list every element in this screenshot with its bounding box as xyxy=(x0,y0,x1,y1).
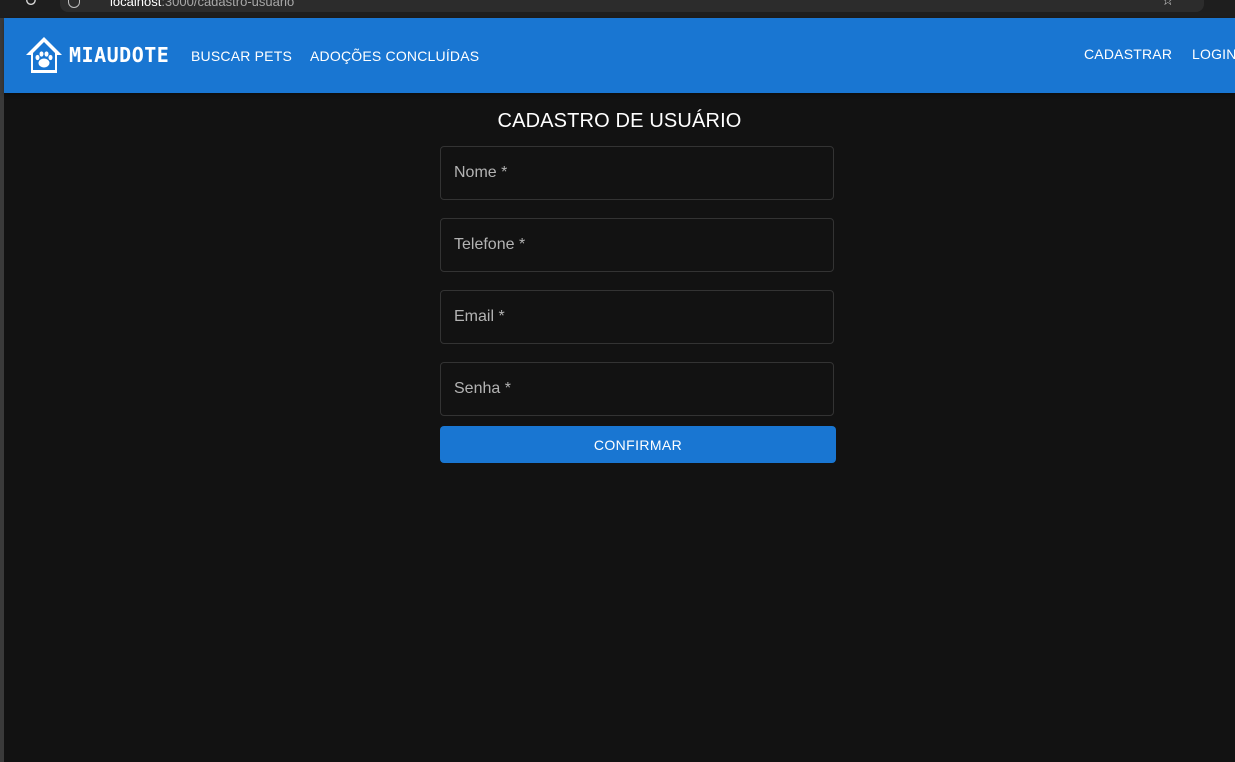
app-root: MIAUDOTE BUSCAR PETS ADOÇÕES CONCLUÍDAS … xyxy=(4,18,1235,762)
star-icon[interactable]: ☆ xyxy=(1161,0,1174,9)
phone-field-label: Telefone * xyxy=(454,236,526,253)
name-field[interactable]: Nome * xyxy=(440,146,834,200)
url-text: localhost:3000/cadastro-usuario xyxy=(110,0,295,9)
password-field-label: Senha * xyxy=(454,380,511,397)
phone-field[interactable]: Telefone * xyxy=(440,218,834,272)
browser-toolbar: ↻ localhost:3000/cadastro-usuario ☆ xyxy=(0,0,1235,18)
house-paw-icon xyxy=(26,37,62,73)
nav-adocoes-concluidas[interactable]: ADOÇÕES CONCLUÍDAS xyxy=(310,48,479,64)
nav-buscar-pets[interactable]: BUSCAR PETS xyxy=(191,48,292,64)
app-bar: MIAUDOTE BUSCAR PETS ADOÇÕES CONCLUÍDAS … xyxy=(4,18,1235,93)
logo-link[interactable]: MIAUDOTE xyxy=(24,35,169,75)
email-field[interactable]: Email * xyxy=(440,290,834,344)
shield-icon xyxy=(68,0,80,8)
page-title: CADASTRO DE USUÁRIO xyxy=(497,110,742,132)
nav-cadastrar[interactable]: CADASTRAR xyxy=(1084,46,1172,62)
confirm-button[interactable]: CONFIRMAR xyxy=(440,426,836,463)
reload-icon[interactable]: ↻ xyxy=(24,0,37,11)
nav-login[interactable]: LOGIN xyxy=(1192,46,1235,62)
brand-name: MIAUDOTE xyxy=(69,43,170,67)
address-bar[interactable]: localhost:3000/cadastro-usuario ☆ xyxy=(60,0,1204,12)
password-field[interactable]: Senha * xyxy=(440,362,834,416)
name-field-label: Nome * xyxy=(454,164,508,181)
email-field-label: Email * xyxy=(454,308,505,325)
